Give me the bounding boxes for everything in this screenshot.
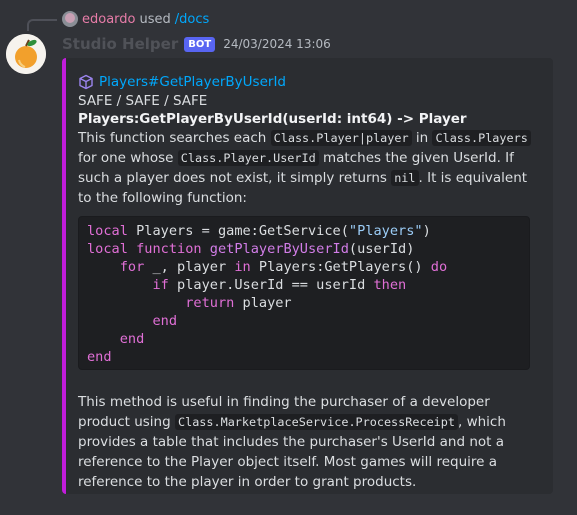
inline-code: Class.Players: [432, 130, 531, 146]
security-tags: SAFE / SAFE / SAFE: [78, 93, 208, 109]
code-line: end: [87, 349, 112, 365]
inline-code: nil: [391, 170, 419, 186]
embed-author-link[interactable]: Players#GetPlayerByUserId: [78, 72, 537, 92]
reply-user-avatar[interactable]: [62, 11, 78, 27]
inline-code: Class.Player|player: [270, 130, 412, 146]
reply-command[interactable]: /docs: [175, 12, 210, 27]
inline-code: Class.MarketplaceService.ProcessReceipt: [174, 414, 458, 430]
code-line: end: [152, 313, 178, 329]
desc-text: This function searches each: [78, 130, 271, 146]
bot-badge: BOT: [184, 36, 216, 52]
reply-username[interactable]: edoardo: [82, 12, 136, 27]
discord-message: edoardo used /docs Studio Helper BOT 24/…: [0, 0, 577, 515]
code-line: for _, player in Players:GetPlayers() do: [119, 259, 448, 275]
bot-name[interactable]: Studio Helper: [62, 35, 178, 53]
message-timestamp: 24/03/2024 13:06: [223, 37, 331, 51]
inline-code: Class.Player.UserId: [177, 150, 319, 166]
reply-context[interactable]: edoardo used /docs: [62, 10, 209, 28]
docs-embed: Players#GetPlayerByUserId SAFE / SAFE / …: [62, 58, 553, 494]
embed-author-text[interactable]: Players#GetPlayerByUserId: [99, 74, 286, 90]
code-line: return player: [185, 295, 292, 311]
desc-text: in: [411, 130, 433, 146]
embed-description: This function searches each Class.Player…: [78, 128, 537, 208]
cube-icon: [79, 74, 93, 90]
orange-avatar-icon: [6, 34, 46, 74]
code-line: local function getPlayerByUserId(userId): [87, 241, 415, 257]
code-line: if player.UserId == userId then: [152, 277, 407, 293]
code-line: local Players = game:GetService("Players…: [87, 223, 431, 239]
embed-description-secondary: This method is useful in finding the pur…: [78, 392, 537, 492]
reply-connector: [27, 19, 57, 31]
bot-avatar[interactable]: [6, 34, 46, 74]
message-header: Studio Helper BOT 24/03/2024 13:06: [62, 34, 331, 54]
code-block[interactable]: local Players = game:GetService("Players…: [78, 216, 530, 370]
reply-used-text: used: [139, 11, 171, 27]
desc-text: for one whose: [78, 150, 178, 166]
code-line: end: [119, 331, 145, 347]
embed-title: Players:GetPlayerByUserId(userId: int64)…: [78, 111, 467, 127]
